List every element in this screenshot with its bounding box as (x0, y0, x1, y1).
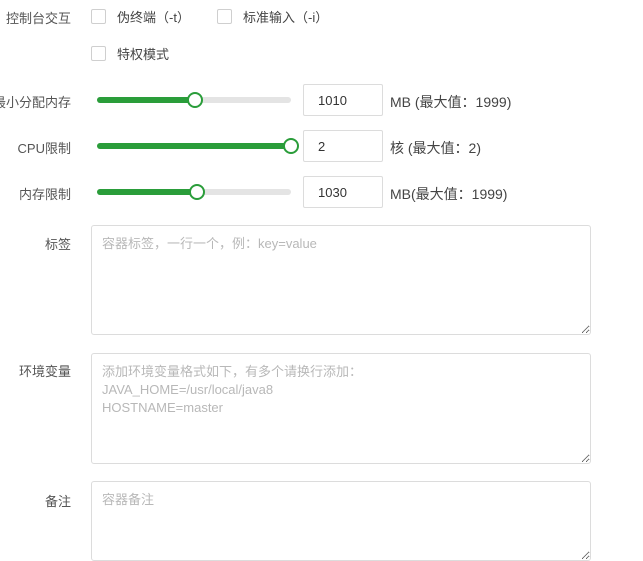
pseudo-terminal-label: 伪终端（-t） (117, 10, 190, 25)
memory-limit-unit: MB(最大值：1999) (390, 186, 508, 202)
slider-fill (97, 189, 197, 195)
env-textarea[interactable] (91, 353, 591, 464)
cpu-label: CPU限制 (17, 141, 71, 156)
checkbox-box[interactable] (91, 9, 106, 24)
slider-handle[interactable] (283, 138, 299, 154)
checkbox-box[interactable] (217, 9, 232, 24)
privileged-label: 特权模式 (117, 47, 170, 62)
memory-limit-slider[interactable] (97, 184, 291, 200)
slider-handle[interactable] (188, 184, 205, 200)
labels-label: 标签 (44, 237, 71, 252)
slider-handle[interactable] (186, 92, 203, 108)
memory-min-input[interactable] (303, 84, 383, 116)
memory-min-slider[interactable] (97, 92, 291, 108)
cpu-slider[interactable] (97, 138, 299, 154)
checkbox-box[interactable] (91, 46, 106, 61)
remark-label: 备注 (44, 494, 71, 509)
labels-textarea[interactable] (91, 225, 591, 335)
slider-fill (97, 97, 195, 103)
env-label: 环境变量 (18, 364, 71, 379)
slider-fill (97, 143, 291, 149)
pseudo-terminal-checkbox[interactable]: 伪终端（-t） (91, 7, 190, 26)
cpu-input[interactable] (303, 130, 383, 162)
memory-min-unit: MB (最大值：1999) (390, 94, 512, 110)
remark-textarea[interactable] (91, 481, 591, 561)
console-label: 控制台交互 (5, 11, 71, 26)
stdin-label: 标准输入（-i） (243, 10, 329, 25)
memory-limit-label: 内存限制 (18, 187, 71, 202)
memory-limit-input[interactable] (303, 176, 383, 208)
stdin-checkbox[interactable]: 标准输入（-i） (217, 7, 328, 26)
privileged-checkbox[interactable]: 特权模式 (91, 44, 169, 63)
cpu-unit: 核 (最大值：2) (390, 140, 481, 156)
memory-min-label: 最小分配内存 (0, 95, 71, 110)
